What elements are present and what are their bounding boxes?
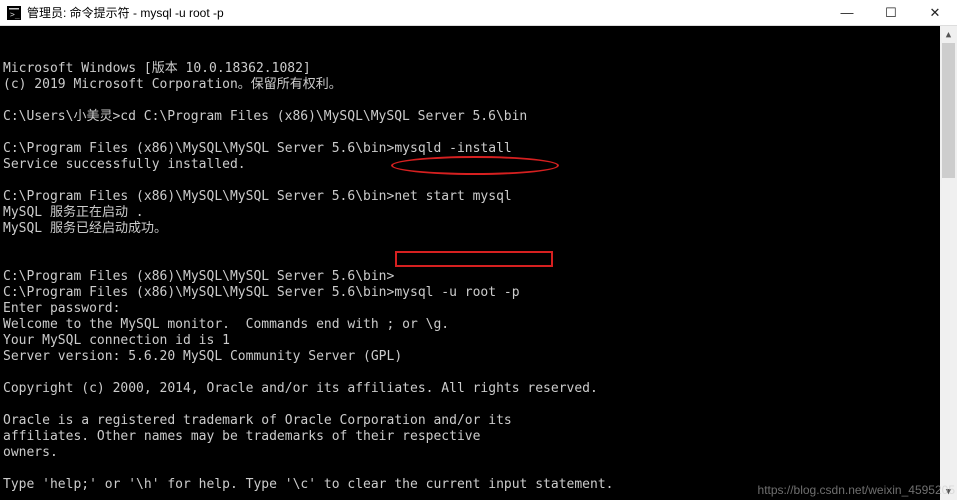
scroll-up-button[interactable]: ▲ [940, 26, 957, 43]
maximize-button[interactable]: ☐ [869, 0, 913, 25]
terminal-area[interactable]: Microsoft Windows [版本 10.0.18362.1082] (… [0, 26, 957, 500]
terminal-output: Microsoft Windows [版本 10.0.18362.1082] (… [3, 61, 957, 500]
window-titlebar: >_ 管理员: 命令提示符 - mysql -u root -p — ☐ ✕ [0, 0, 957, 26]
scroll-down-button[interactable]: ▼ [940, 483, 957, 500]
close-button[interactable]: ✕ [913, 0, 957, 25]
svg-text:>_: >_ [10, 10, 20, 19]
window-controls: — ☐ ✕ [825, 0, 957, 25]
scroll-thumb[interactable] [942, 43, 955, 178]
minimize-button[interactable]: — [825, 0, 869, 25]
window-title: 管理员: 命令提示符 - mysql -u root -p [27, 4, 825, 21]
scroll-track[interactable] [940, 43, 957, 483]
app-icon: >_ [6, 5, 22, 21]
vertical-scrollbar[interactable]: ▲ ▼ [940, 26, 957, 500]
